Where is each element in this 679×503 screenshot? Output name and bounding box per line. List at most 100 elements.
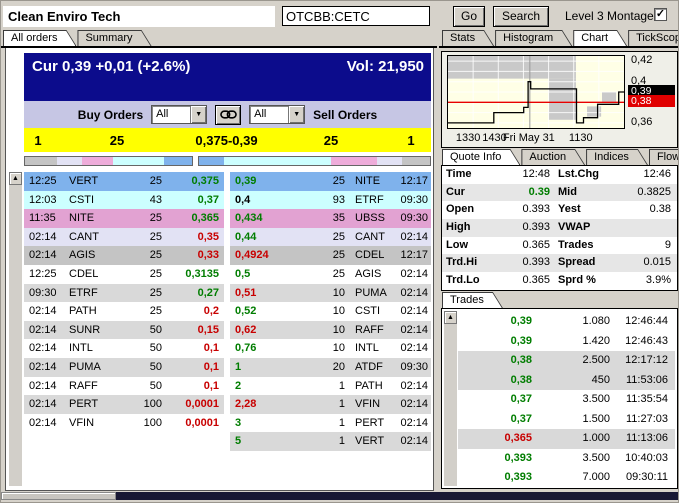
link-orders-button[interactable]	[215, 105, 241, 125]
bid-time: 12:03	[24, 191, 62, 210]
ask-size: 10	[292, 284, 345, 303]
chart-plot-area	[447, 55, 625, 129]
ask-time: 02:14	[389, 284, 431, 303]
trades-scrollbar[interactable]	[444, 311, 457, 486]
ask-size: 25	[292, 172, 345, 191]
ask-size: 93	[292, 191, 345, 210]
search-button[interactable]: Search	[493, 6, 549, 27]
tab-histogram[interactable]: Histogram	[495, 30, 572, 46]
order-book-row[interactable]: 11:35NITE250,3650,43435UBSS09:30	[24, 209, 431, 228]
level3-montage-checkbox[interactable]	[654, 8, 667, 21]
ask-price: 0,52	[230, 302, 292, 321]
order-book-row[interactable]: 02:14AGIS250,330,492425CDEL12:17	[24, 246, 431, 265]
ask-market-maker: CDEL	[345, 246, 389, 265]
bid-price: 0,1	[162, 339, 224, 358]
order-book-row[interactable]: 02:14VFIN1000,000131PERT02:14	[24, 414, 431, 433]
trade-row[interactable]: 0,3933.50010:40:03	[458, 449, 675, 469]
ask-market-maker: NITE	[345, 172, 389, 191]
ask-half: 0,525AGIS02:14	[230, 265, 431, 284]
quote-label: Cur	[446, 184, 494, 202]
chart-x-tick-label: 1330	[456, 132, 480, 144]
order-book-row[interactable]: 12:03CSTI430,370,493ETRF09:30	[24, 191, 431, 210]
tab-summary[interactable]: Summary	[77, 30, 151, 46]
ask-price: 0,51	[230, 284, 292, 303]
chevron-down-icon[interactable]	[288, 106, 304, 123]
order-book-row[interactable]: 02:14SUNR500,150,6210RAFF02:14	[24, 321, 431, 340]
bid-size: 50	[108, 377, 162, 396]
tab-trades[interactable]: Trades	[442, 292, 503, 308]
tab-auction[interactable]: Auction	[521, 149, 585, 165]
ask-depth-bar	[198, 156, 431, 166]
trade-row[interactable]: 0,373.50011:35:54	[458, 390, 675, 410]
order-book-row[interactable]: 02:14INTL500,10,7610INTL02:14	[24, 339, 431, 358]
price-header: Cur 0,39 +0,01 (+2.6%) Vol: 21,950	[24, 53, 431, 101]
trade-price: 0,393	[458, 468, 532, 488]
trade-row[interactable]: 0,3937.00009:30:11	[458, 468, 675, 488]
ask-half: 2,281VFIN02:14	[230, 395, 431, 414]
quote-label: Spread	[558, 254, 614, 272]
ask-half: 0,7610INTL02:14	[230, 339, 431, 358]
trade-row[interactable]: 0,371.50011:27:03	[458, 410, 675, 430]
trades-rows: 0,391.08012:46:440,391.42012:46:430,382.…	[458, 312, 675, 488]
tab-chart[interactable]: Chart	[573, 30, 627, 46]
order-book-row[interactable]: 02:14PUMA500,1120ATDF09:30	[24, 358, 431, 377]
trade-row[interactable]: 0,382.50012:17:12	[458, 351, 675, 371]
order-book-row[interactable]: 12:25VERT250,3750,3925NITE12:17	[24, 172, 431, 191]
trade-row[interactable]: 0,391.42012:46:43	[458, 332, 675, 352]
trade-size: 1.500	[532, 410, 610, 430]
ask-price: 0,76	[230, 339, 292, 358]
bid-time: 02:14	[24, 339, 62, 358]
tab-all-orders[interactable]: All orders	[3, 30, 76, 46]
order-book-row[interactable]: 12:25CDEL250,31350,525AGIS02:14	[24, 265, 431, 284]
trade-row[interactable]: 0,391.08012:46:44	[458, 312, 675, 332]
tab-histogram-label: Histogram	[496, 31, 571, 46]
bid-half: 02:14SUNR500,15	[24, 321, 224, 340]
bid-market-maker: CSTI	[62, 191, 108, 210]
ask-half: 0,492425CDEL12:17	[230, 246, 431, 265]
bid-market-maker: CANT	[62, 228, 108, 247]
tab-quote-info[interactable]: Quote Info	[442, 149, 520, 165]
order-book-row[interactable]: 02:14RAFF500,121PATH02:14	[24, 377, 431, 396]
tab-flow[interactable]: Flow	[649, 149, 679, 165]
ticker-input[interactable]	[282, 6, 430, 26]
bid-half: 02:14PUMA500,1	[24, 358, 224, 377]
bid-half: 02:14CANT250,35	[24, 228, 224, 247]
ask-market-maker: VFIN	[345, 395, 389, 414]
current-price-text: Cur 0,39 +0,01 (+2.6%)	[32, 58, 190, 75]
scroll-up-arrow-icon[interactable]	[9, 172, 22, 185]
ask-market-maker: PATH	[345, 377, 389, 396]
buy-filter-dropdown[interactable]: All	[151, 105, 207, 124]
quote-value: 0.393	[494, 201, 558, 219]
tab-tickscope-label: TickScope	[629, 31, 679, 46]
chevron-down-icon[interactable]	[190, 106, 206, 123]
bid-market-maker: AGIS	[62, 246, 108, 265]
bid-price: 0,0001	[162, 414, 224, 433]
order-book-row[interactable]: 02:14CANT250,350,4425CANT02:14	[24, 228, 431, 247]
order-book-row[interactable]: 02:14PATH250,20,5210CSTI02:14	[24, 302, 431, 321]
ask-time: 02:14	[389, 265, 431, 284]
tab-stats[interactable]: Stats	[442, 30, 494, 46]
order-book-scrollbar[interactable]	[9, 172, 22, 486]
ask-time: 02:14	[389, 302, 431, 321]
trade-time: 10:40:03	[610, 449, 675, 469]
go-button[interactable]: Go	[453, 6, 485, 27]
horizontal-scrollbar[interactable]	[1, 492, 679, 500]
sell-filter-dropdown[interactable]: All	[249, 105, 305, 124]
order-book-row[interactable]: 51VERT02:14	[24, 432, 431, 451]
horizontal-scrollbar-thumb[interactable]	[1, 492, 116, 500]
level3-montage-label: Level 3 Montage	[565, 9, 654, 23]
quote-row: Trd.Hi0.393Spread0.015	[442, 254, 677, 272]
order-book-row[interactable]: 02:14PERT1000,00012,281VFIN02:14	[24, 395, 431, 414]
scroll-up-arrow-icon[interactable]	[444, 311, 457, 324]
ask-size: 35	[292, 209, 345, 228]
bid-time: 12:25	[24, 265, 62, 284]
tab-indices[interactable]: Indices	[586, 149, 648, 165]
quote-label: Trades	[558, 237, 614, 255]
trade-row[interactable]: 0,3651.00011:13:06	[458, 429, 675, 449]
company-name-field[interactable]: Clean Enviro Tech	[3, 6, 275, 27]
trade-size: 3.500	[532, 449, 610, 469]
trade-row[interactable]: 0,3845011:53:06	[458, 371, 675, 391]
order-book-row[interactable]: 09:30ETRF250,270,5110PUMA02:14	[24, 284, 431, 303]
bid-price: 0,27	[162, 284, 224, 303]
tab-tickscope[interactable]: TickScope	[628, 30, 679, 46]
